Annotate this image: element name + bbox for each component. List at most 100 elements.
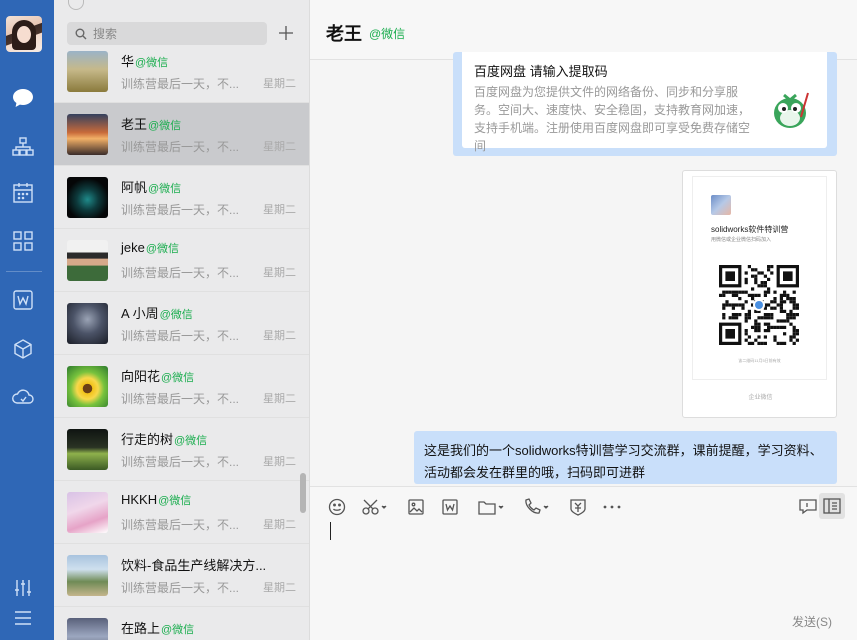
folder-icon [478,501,504,515]
chat-list-item[interactable]: 向阳花@微信 训练营最后一天，不... 星期二 [54,355,309,418]
chat-name-text: jeke [121,240,145,255]
chat-time: 星期二 [263,330,296,342]
chat-time: 星期二 [263,78,296,90]
wechat-tag: @微信 [174,435,208,447]
nav-divider [6,271,42,272]
chat-name: 阿帆@微信 [121,177,181,196]
menu-icon[interactable] [11,606,35,630]
chat-name-text: 行走的树 [121,432,174,447]
chat-name: A 小周@微信 [121,303,193,322]
chat-time: 星期二 [263,204,296,216]
text-cursor [330,522,331,540]
call-button[interactable] [523,496,551,518]
chat-list-item[interactable]: 在路上@微信 [54,607,309,640]
chat-avatar [67,492,108,533]
panel-icon [823,498,841,514]
image-button[interactable] [408,496,424,518]
chat-name-text: 华 [121,54,135,69]
chat-time: 星期二 [263,267,296,279]
chat-avatar [67,240,108,281]
wechat-tag: @微信 [145,243,180,255]
qr-poster-message[interactable]: solidworks软件特训营 用微信或企业微信扫码加入 该二维码11月5日前有… [682,170,837,418]
document-icon[interactable] [11,288,35,312]
document-button[interactable] [442,496,458,518]
avatar[interactable] [6,16,42,52]
chat-name-text: 饮料-食品生产线解决方... [121,558,267,573]
wechat-tag: @微信 [135,57,169,69]
calendar-icon[interactable] [11,181,35,205]
chat-avatar [67,177,108,218]
screenshot-button[interactable] [362,496,388,518]
poster-footer: 该二维码11月5日前有效 [738,358,781,363]
sidebar-toggle-button[interactable] [819,493,845,519]
left-nav [0,0,54,640]
list-scrollbar[interactable] [300,473,306,513]
chat-time: 星期二 [263,456,296,468]
wechat-tag: @微信 [148,183,182,195]
chat-list-item[interactable]: 饮料-食品生产线解决方... 训练营最后一天，不... 星期二 [54,544,309,607]
qr-poster: solidworks软件特训营 用微信或企业微信扫码加入 该二维码11月5日前有… [693,177,826,379]
chat-list-item[interactable]: 行走的树@微信 训练营最后一天，不... 星期二 [54,418,309,481]
chat-name: 行走的树@微信 [121,429,207,448]
file-button[interactable] [478,496,506,518]
emoji-button[interactable] [328,496,346,518]
chat-name-text: 老王 [121,117,148,132]
chat-name: 饮料-食品生产线解决方... [121,555,266,574]
chat-time: 星期二 [263,519,296,531]
chat-list-item[interactable]: HKKH@微信训练营最后一天，不... 星期二 [54,481,309,544]
conversation-header: 老王 @微信 [310,0,857,60]
feedback-button[interactable] [799,496,817,518]
scroll-up-icon [68,0,84,10]
chat-name: 在路上@微信 [121,618,194,637]
wechat-tag: @微信 [148,120,182,132]
chat-preview: 训练营最后一天，不... [121,329,240,343]
scissors-icon [362,499,387,515]
text-message[interactable]: 这是我们的一个solidworks特训营学习交流群，课前提醒，学习资料、活动都会… [414,431,837,484]
more-button[interactable] [603,496,621,518]
workbench-icon[interactable] [11,229,35,253]
cube-icon[interactable] [11,337,35,361]
chat-avatar [67,51,108,92]
chat-list-item[interactable]: 老王@微信 训练营最后一天，不... 星期二 [54,103,309,166]
chat-name-text: 在路上 [121,621,161,636]
chat-list-panel: 搜索 华@微信 训练营最后一天，不... 星期二 老王@微信 训练营最后一天，不... 星… [54,0,310,640]
cloud-icon[interactable] [11,385,35,409]
chat-avatar [67,555,108,596]
chat-list-item[interactable]: A 小周@微信训练营最后一天，不... 星期二 [54,292,309,355]
chat-list-item[interactable]: jeke@微信 训练营最后一天，不... 星期二 [54,229,309,292]
send-button[interactable]: 发送(S) [792,613,832,630]
chat-list-item[interactable]: 华@微信训练营最后一天，不... 星期二 [54,40,309,103]
chat-avatar [67,303,108,344]
chat-icon[interactable] [11,86,35,110]
conversation-title: 老王 [326,24,362,44]
chat-preview: 训练营最后一天，不... [121,77,240,91]
chat-list-item[interactable]: 阿帆@微信 训练营最后一天，不... 星期二 [54,166,309,229]
settings-sliders-icon[interactable] [11,576,35,600]
qr-code [719,265,799,345]
wechat-tag: @微信 [158,495,192,507]
link-card-description: 百度网盘为您提供文件的网络备份、同步和分享服务。空间大、速度快、安全稳固，支持教… [474,85,751,153]
link-card-message[interactable]: 百度网盘 请输入提取码 百度网盘为您提供文件的网络备份、同步和分享服务。空间大、… [453,52,837,156]
transfer-button[interactable] [569,496,587,518]
poster-subtitle: 用微信或企业微信扫码加入 [711,237,772,243]
chat-preview: 训练营最后一天，不... [121,518,240,532]
chat-time: 星期二 [263,141,296,153]
contacts-icon[interactable] [11,135,35,159]
phone-icon [525,498,549,514]
wechat-tag: @微信 [161,372,195,384]
chat-time: 星期二 [263,582,296,594]
conversation-panel: 老王 @微信 百度网盘 请输入提取码 百度网盘为您提供文件的网络备份、同步和分享… [310,0,857,640]
wechat-tag: @微信 [161,624,195,636]
chat-avatar [67,366,108,407]
chat-bubble-icon [799,499,817,515]
group-avatar [711,195,731,215]
chat-name: 华@微信 [121,51,168,70]
wechat-tag: @微信 [159,309,193,321]
chat-name-text: 向阳花 [121,369,161,384]
chat-avatar [67,114,108,155]
plus-icon [279,26,293,40]
word-doc-icon [442,499,458,515]
chat-name-text: A 小周 [121,306,159,321]
chat-name-text: HKKH [121,492,158,507]
emoji-icon [328,498,346,516]
